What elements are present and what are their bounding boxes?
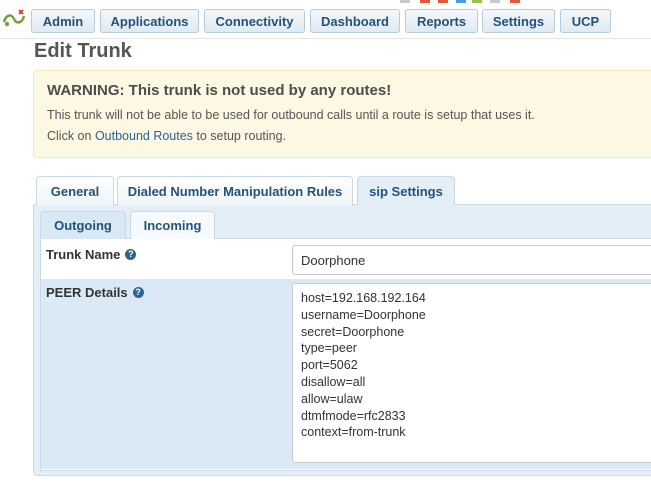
freepbx-logo-icon[interactable] <box>2 8 26 30</box>
page-title: Edit Trunk <box>34 40 132 62</box>
subtab-incoming[interactable]: Incoming <box>130 211 215 239</box>
nav-applications[interactable]: Applications <box>100 9 199 33</box>
help-icon[interactable]: ? <box>125 249 137 260</box>
warning-message: This trunk will not be able to be used f… <box>47 108 535 122</box>
tab-sip-settings[interactable]: sip Settings <box>357 176 455 205</box>
outbound-routes-link[interactable]: Outbound Routes <box>95 129 193 143</box>
trunk-name-input[interactable] <box>292 245 651 275</box>
subtab-outgoing[interactable]: Outgoing <box>40 211 126 239</box>
nav-dashboard[interactable]: Dashboard <box>310 9 400 33</box>
warning-suffix: to setup routing. <box>192 129 287 143</box>
warning-routing-hint: Click on Outbound Routes to setup routin… <box>47 129 286 143</box>
warning-prefix: Click on <box>47 129 95 143</box>
nav-connectivity[interactable]: Connectivity <box>204 9 305 33</box>
browser-toolbar-strip <box>400 0 520 3</box>
top-nav-bar: Admin Applications Connectivity Dashboar… <box>0 0 651 39</box>
trunk-name-label-text: Trunk Name <box>46 247 121 262</box>
tab-dialed-number-manipulation-rules[interactable]: Dialed Number Manipulation Rules <box>117 176 353 206</box>
nav-reports[interactable]: Reports <box>405 9 478 33</box>
nav-admin[interactable]: Admin <box>31 9 95 33</box>
peer-details-label: PEER Details ? <box>46 285 144 300</box>
trunk-name-label: Trunk Name ? <box>46 247 137 262</box>
help-icon[interactable]: ? <box>132 287 144 298</box>
peer-details-label-text: PEER Details <box>46 285 128 300</box>
nav-settings[interactable]: Settings <box>482 9 555 33</box>
warning-alert: WARNING: This trunk is not used by any r… <box>33 70 651 158</box>
tab-general[interactable]: General <box>36 176 114 206</box>
nav-ucp[interactable]: UCP <box>560 9 611 33</box>
peer-details-textarea[interactable]: host=192.168.192.164 username=Doorphone … <box>292 283 651 463</box>
warning-title: WARNING: This trunk is not used by any r… <box>47 82 392 99</box>
